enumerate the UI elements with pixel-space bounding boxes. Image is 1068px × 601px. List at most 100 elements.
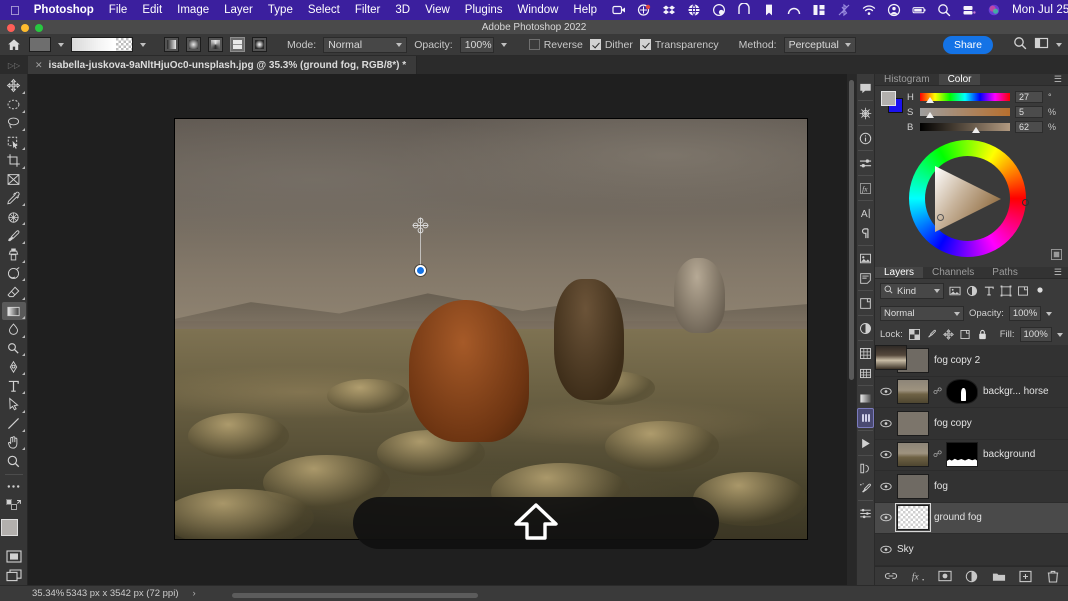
cleanshot-icon[interactable]: [637, 3, 651, 17]
table-row[interactable]: fog: [875, 471, 1068, 503]
gradient-start-handle[interactable]: [415, 265, 426, 276]
line-shape-tool[interactable]: [2, 415, 26, 433]
foreground-background-color[interactable]: [0, 519, 27, 546]
table-row[interactable]: Sky: [875, 345, 1068, 566]
bluetooth-off-icon[interactable]: [837, 3, 851, 17]
lasso-tool[interactable]: [2, 115, 26, 133]
crop-tool[interactable]: [2, 152, 26, 170]
menu-plugins[interactable]: Plugins: [465, 4, 503, 16]
zoom-level[interactable]: 35.34%: [0, 588, 64, 599]
add-layer-mask-icon[interactable]: [937, 569, 952, 583]
histogram-panel-icon[interactable]: [857, 408, 874, 428]
filter-type-icon[interactable]: [982, 285, 995, 298]
link-layers-icon[interactable]: [884, 569, 898, 583]
search-icon[interactable]: [937, 3, 951, 17]
method-select[interactable]: Perceptual: [783, 36, 856, 53]
reverse-checkbox[interactable]: [528, 39, 540, 50]
lock-image-pixels-icon[interactable]: [925, 328, 938, 341]
layer-list[interactable]: fog copy 2 ☍ backgr... horse fog copy ☍ …: [875, 345, 1068, 566]
menu-file[interactable]: File: [109, 4, 128, 16]
blur-tool[interactable]: [2, 321, 26, 339]
gradient-tool-flyout-arrow[interactable]: [19, 315, 25, 319]
layer-style-fx-icon[interactable]: fx: [911, 569, 925, 583]
layer-thumbnail[interactable]: [875, 345, 907, 370]
lock-all-icon[interactable]: [976, 328, 989, 341]
dither-checkbox[interactable]: [589, 39, 601, 50]
gamut-warning-icon[interactable]: [1051, 249, 1062, 263]
tab-channels[interactable]: Channels: [923, 267, 983, 278]
hue-slider[interactable]: [920, 93, 1010, 103]
edit-toolbar-button[interactable]: [2, 478, 26, 496]
move-tool[interactable]: [2, 77, 26, 95]
object-selection-flyout-arrow[interactable]: [19, 147, 25, 151]
layer-name[interactable]: fog: [934, 481, 948, 492]
tab-color[interactable]: Color: [938, 74, 981, 85]
menu-view[interactable]: View: [425, 4, 450, 16]
default-colors-button[interactable]: [2, 497, 26, 515]
tab-paths[interactable]: Paths: [983, 267, 1027, 278]
user-account-icon[interactable]: [887, 3, 901, 17]
path-selection-flyout-arrow[interactable]: [19, 409, 25, 413]
layer-name[interactable]: backgr... horse: [983, 386, 1049, 397]
comments-panel-icon[interactable]: [857, 78, 874, 98]
libraries-panel-icon[interactable]: [857, 248, 874, 268]
clone-stamp-tool[interactable]: [2, 246, 26, 264]
history-brush-flyout-arrow[interactable]: [19, 278, 25, 282]
layer-visibility-eye-icon[interactable]: [879, 482, 892, 491]
blend-mode-select[interactable]: Normal: [323, 36, 408, 53]
shape-tool-flyout-arrow[interactable]: [19, 428, 25, 432]
panel-menu-icon[interactable]: ☰: [1054, 267, 1068, 278]
pen-tool-flyout-arrow[interactable]: [19, 372, 25, 376]
rectangular-marquee-tool[interactable]: [2, 96, 26, 114]
blur-tool-flyout-arrow[interactable]: [19, 334, 25, 338]
filter-pixel-icon[interactable]: [948, 285, 961, 298]
pen-tool[interactable]: [2, 358, 26, 376]
layer-visibility-eye-icon[interactable]: [879, 450, 892, 459]
info-panel-icon[interactable]: [857, 128, 874, 148]
eraser-tool[interactable]: [2, 283, 26, 301]
layer-fill-chevron-down-icon[interactable]: [1056, 332, 1063, 337]
globe-icon[interactable]: [687, 3, 701, 17]
canvas-vertical-scrollbar[interactable]: [847, 74, 856, 585]
saturation-slider[interactable]: [920, 108, 1010, 118]
reflected-gradient-button[interactable]: [230, 37, 245, 52]
gradient-tool[interactable]: [1, 302, 26, 320]
filter-toggle-icon[interactable]: [1033, 285, 1046, 298]
home-icon[interactable]: [6, 37, 22, 53]
menu-photoshop[interactable]: Photoshop: [34, 4, 94, 16]
menu-help[interactable]: Help: [573, 4, 597, 16]
opacity-chevron-down-icon[interactable]: [500, 42, 507, 47]
menu-filter[interactable]: Filter: [355, 4, 381, 16]
brightness-slider[interactable]: [920, 123, 1010, 133]
type-tool[interactable]: [2, 377, 26, 395]
brush-settings-panel-icon[interactable]: [857, 478, 874, 498]
dodge-tool-flyout-arrow[interactable]: [19, 353, 25, 357]
layer-filter-kind-select[interactable]: Kind: [880, 283, 944, 299]
lock-artboard-nesting-icon[interactable]: [959, 328, 972, 341]
tool-presets-panel-icon[interactable]: [857, 503, 874, 523]
tab-histogram[interactable]: Histogram: [875, 74, 939, 85]
radial-gradient-button[interactable]: [186, 37, 201, 52]
screen-mode-icon[interactable]: [2, 566, 26, 584]
gradient-picker-chevron-down-icon[interactable]: [140, 42, 146, 47]
layer-thumbnail[interactable]: [897, 442, 929, 468]
adjustments-panel-icon[interactable]: [857, 153, 874, 173]
marquee-tool-flyout-arrow[interactable]: [19, 109, 25, 113]
layer-opacity-input[interactable]: 100%: [1008, 306, 1042, 321]
reverse-checkbox-group[interactable]: Reverse: [528, 39, 583, 51]
color-foreground-swatch[interactable]: [881, 91, 896, 106]
table-row[interactable]: ☍ backgr... horse: [875, 377, 1068, 408]
3d-panel-icon[interactable]: [857, 103, 874, 123]
close-button[interactable]: [7, 23, 15, 32]
lock-transparent-pixels-icon[interactable]: [908, 328, 921, 341]
layer-thumbnail[interactable]: [897, 473, 929, 499]
arc-icon[interactable]: [787, 3, 801, 17]
layer-name[interactable]: Sky: [897, 544, 914, 555]
close-tab-icon[interactable]: ✕: [35, 60, 43, 71]
gradient-tool-preset-icon[interactable]: [29, 37, 51, 52]
new-adjustment-layer-icon[interactable]: [965, 569, 979, 583]
grid-layout-icon[interactable]: [812, 3, 826, 17]
history-brush-tool[interactable]: [2, 265, 26, 283]
actions-panel-icon[interactable]: [857, 458, 874, 478]
menu-3d[interactable]: 3D: [395, 4, 410, 16]
